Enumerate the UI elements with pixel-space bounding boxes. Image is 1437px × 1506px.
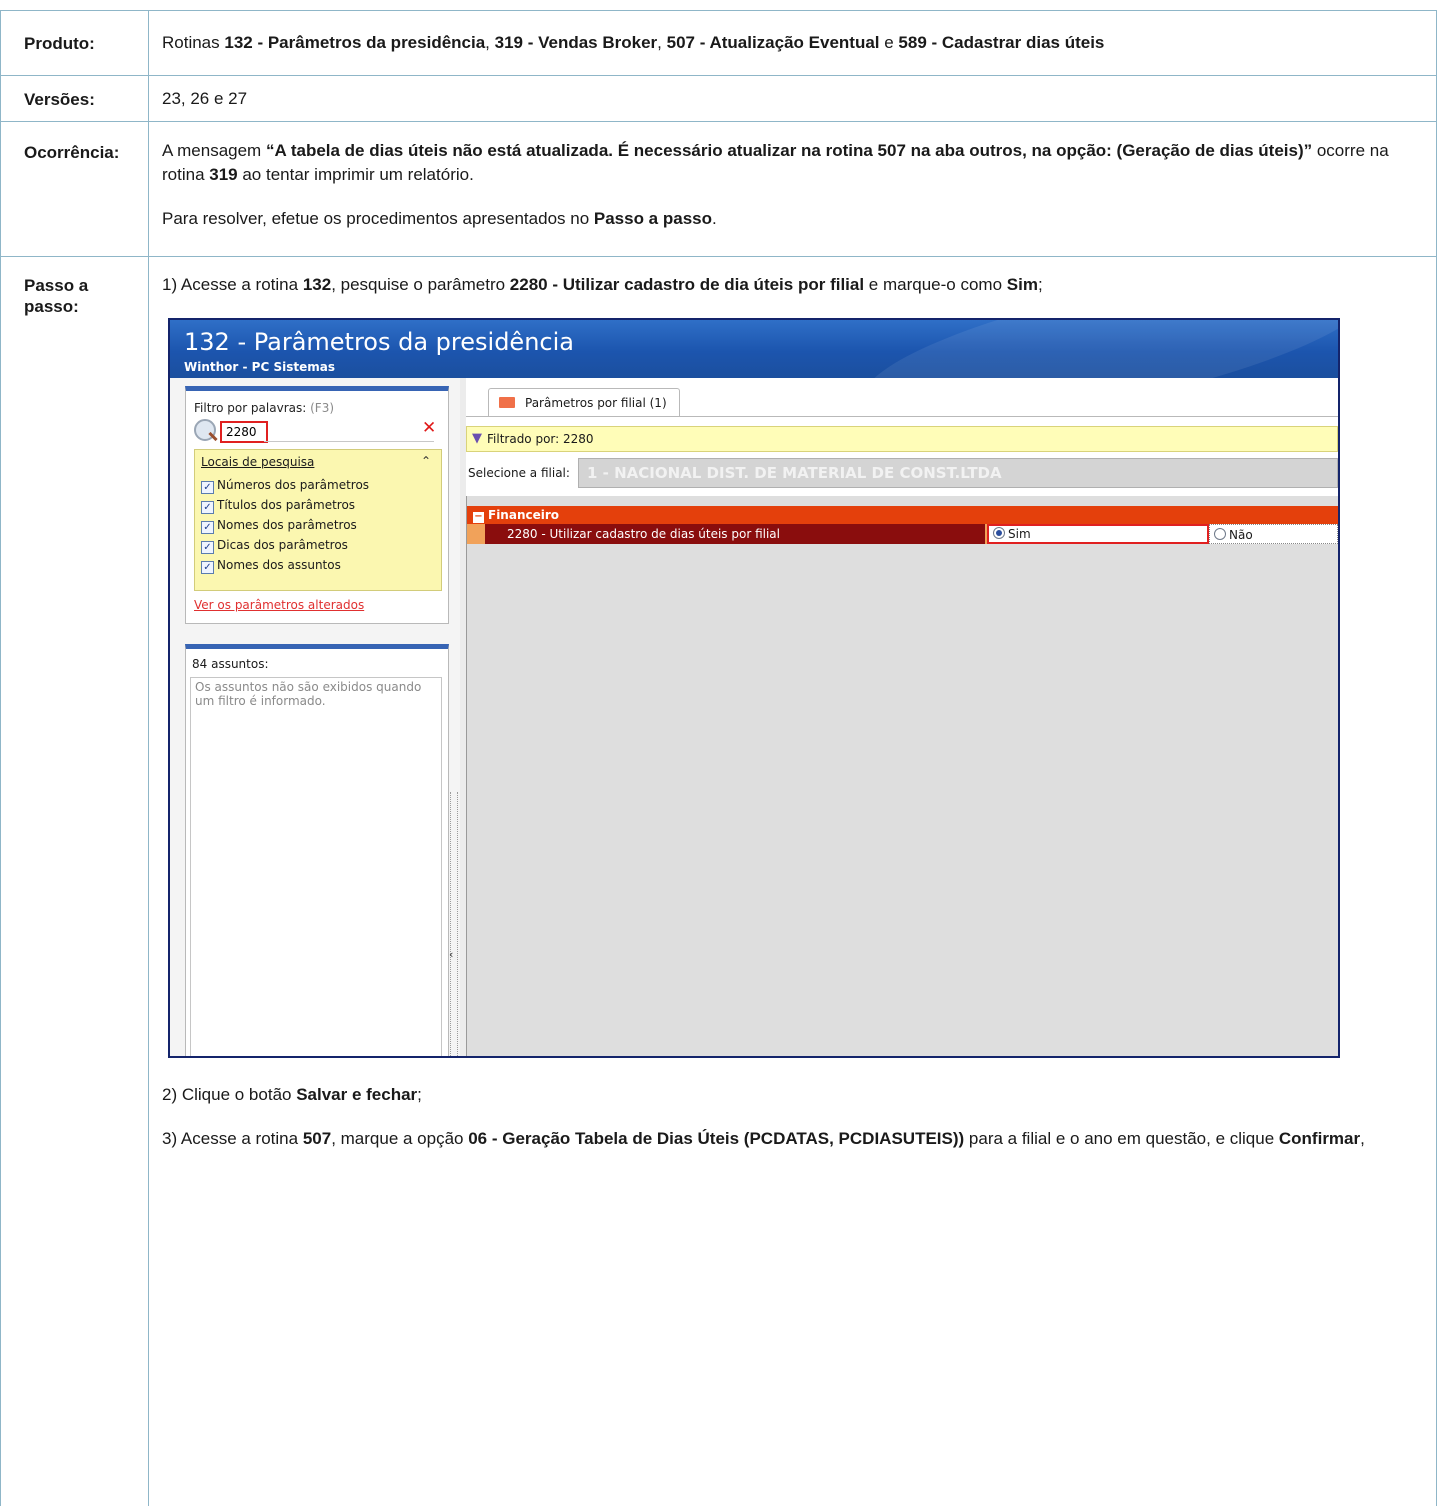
chevron-left-icon[interactable]: ‹ <box>449 948 453 961</box>
filial-select[interactable]: 1 - NACIONAL DIST. DE MATERIAL DE CONST.… <box>578 458 1338 488</box>
subjects-panel: 84 assuntos: Os assuntos não são exibido… <box>185 644 449 1056</box>
step-2: 2) Clique o botão Salvar e fechar; <box>162 1085 422 1104</box>
tab-parametros-por-filial[interactable]: Parâmetros por filial (1) <box>488 388 680 417</box>
subjects-count: 84 assuntos: <box>192 657 269 671</box>
check-icon: ✓ <box>201 521 214 534</box>
checkbox-nomes[interactable]: ✓ Nomes dos parâmetros <box>201 518 357 534</box>
collapse-group-icon[interactable]: − <box>473 512 484 523</box>
row-ocorrencia: Ocorrência: A mensagem “A tabela de dias… <box>0 122 1437 257</box>
document: Produto: Rotinas 132 - Parâmetros da pre… <box>0 0 1437 1506</box>
step-1: 1) Acesse a rotina 132, pesquise o parâm… <box>162 275 1043 294</box>
filter-panel: Filtro por palavras: (F3) 2280 ✕ Locais … <box>185 386 449 624</box>
option-sim[interactable]: Sim <box>987 524 1209 544</box>
window-subtitle: Winthor - PC Sistemas <box>184 360 335 374</box>
label-versoes: Versões: <box>24 90 95 109</box>
label-passo: Passo a passo: <box>24 276 89 316</box>
check-icon: ✓ <box>201 541 214 554</box>
right-pane: Parâmetros por filial (1) ▼ Filtrado por… <box>466 378 1338 1056</box>
subjects-note: Os assuntos não são exibidos quando um f… <box>190 677 442 1056</box>
screenshot-window: 132 - Parâmetros da presidência Winthor … <box>168 318 1340 1058</box>
ocorrencia-paragraph-1: A mensagem “A tabela de dias úteis não e… <box>162 141 1389 184</box>
left-pane: Filtro por palavras: (F3) 2280 ✕ Locais … <box>170 378 460 1056</box>
param-row: 2280 - Utilizar cadastro de dias úteis p… <box>467 524 1338 544</box>
window-titlebar: 132 - Parâmetros da presidência Winthor … <box>170 320 1338 453</box>
group-header[interactable]: − Financeiro <box>467 506 1338 524</box>
checkbox-numeros[interactable]: ✓ Números dos parâmetros <box>201 478 369 494</box>
check-icon: ✓ <box>201 561 214 574</box>
label-produto: Produto: <box>24 34 95 53</box>
produto-text: Rotinas 132 - Parâmetros da presidência,… <box>162 33 1105 52</box>
splitter-handle[interactable] <box>450 792 458 1056</box>
param-name: 2280 - Utilizar cadastro de dias úteis p… <box>485 524 985 544</box>
check-icon: ✓ <box>201 481 214 494</box>
checkbox-assuntos[interactable]: ✓ Nomes dos assuntos <box>201 558 341 574</box>
radio-icon <box>1214 528 1226 540</box>
search-locations-box: Locais de pesquisa ⌃ ✓ Números dos parâme… <box>194 449 442 591</box>
filial-label: Selecione a filial: <box>468 466 570 480</box>
funnel-icon: ▼ <box>472 431 482 446</box>
filter-label: Filtro por palavras: (F3) <box>194 401 335 415</box>
params-grid: − Financeiro 2280 - Utilizar cadastro de … <box>466 496 1338 1056</box>
radio-selected-icon <box>993 527 1005 539</box>
window-title: 132 - Parâmetros da presidência <box>184 328 574 356</box>
checkbox-titulos[interactable]: ✓ Títulos dos parâmetros <box>201 498 355 514</box>
label-ocorrencia: Ocorrência: <box>24 143 120 162</box>
ocorrencia-paragraph-2: Para resolver, efetue os procedimentos a… <box>162 209 717 228</box>
check-icon: ✓ <box>201 501 214 514</box>
versoes-text: 23, 26 e 27 <box>162 89 248 108</box>
row-produto: Produto: Rotinas 132 - Parâmetros da pre… <box>0 10 1437 76</box>
changed-params-link[interactable]: Ver os parâmetros alterados <box>194 598 364 612</box>
search-locations-title[interactable]: Locais de pesquisa <box>201 455 314 469</box>
row-versoes: Versões: 23, 26 e 27 <box>0 75 1437 122</box>
clear-icon[interactable]: ✕ <box>422 418 436 438</box>
option-nao[interactable]: Não <box>1209 524 1338 544</box>
step-3: 3) Acesse a rotina 507, marque a opção 0… <box>162 1129 1365 1148</box>
folder-icon <box>499 397 515 408</box>
collapse-icon[interactable]: ⌃ <box>421 454 431 468</box>
ocorrencia-text: A mensagem “A tabela de dias úteis não e… <box>162 139 1427 231</box>
filter-bar: ▼ Filtrado por: 2280 <box>466 426 1338 452</box>
search-input[interactable]: 2280 <box>220 421 268 443</box>
checkbox-dicas[interactable]: ✓ Dicas dos parâmetros <box>201 538 348 554</box>
